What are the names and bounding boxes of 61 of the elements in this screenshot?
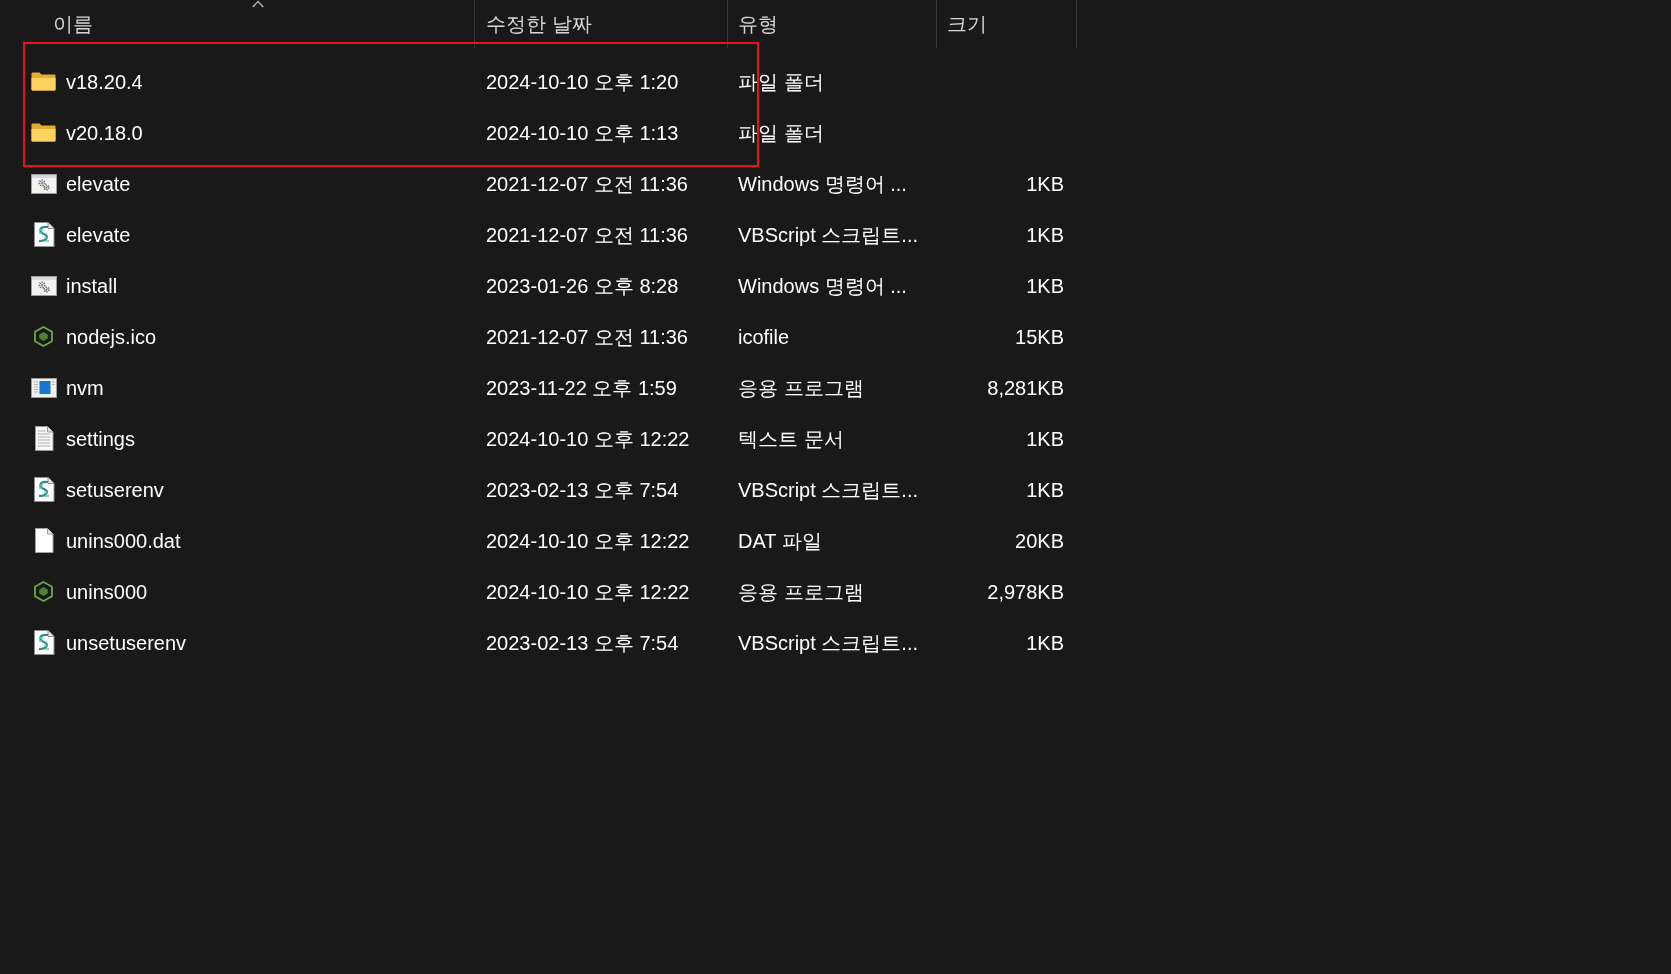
file-name[interactable]: elevate [66, 168, 131, 199]
file-name[interactable]: nodejs.ico [66, 321, 157, 352]
modified-date: 2024-10-10 오후 12:22 [486, 427, 690, 450]
file-name[interactable]: unins000 [66, 576, 148, 607]
modified-date: 2021-12-07 오전 11:36 [486, 223, 688, 246]
modified-date: 2023-02-13 오후 7:54 [486, 478, 679, 501]
script-document-icon [32, 477, 55, 502]
folder-icon [31, 123, 56, 142]
file-name[interactable]: unins000.dat [66, 525, 181, 556]
file-size: 8,281KB [987, 375, 1064, 401]
file-name[interactable]: install [66, 270, 118, 301]
column-header[interactable]: 수정한 날짜 [475, 0, 728, 48]
file-size: 20KB [1015, 528, 1064, 554]
file-name[interactable]: setuserenv [66, 474, 164, 505]
file-size: 1KB [1026, 630, 1064, 656]
file-type: VBScript 스크립트... [738, 631, 919, 654]
modified-date: 2023-11-22 오후 1:59 [486, 376, 677, 399]
modified-date: 2021-12-07 오전 11:36 [486, 325, 688, 348]
file-type: VBScript 스크립트... [738, 223, 919, 246]
modified-date: 2024-10-10 오후 1:20 [486, 70, 679, 93]
file-type: 텍스트 문서 [738, 427, 844, 450]
file-type: 응용 프로그램 [738, 376, 864, 399]
file-name[interactable]: v18.20.4 [66, 66, 143, 97]
chevron-up-icon [252, 0, 264, 8]
file-size: 1KB [1026, 222, 1064, 248]
file-size: 1KB [1026, 171, 1064, 197]
file-type: icofile [738, 325, 790, 348]
file-type: Windows 명령어 ... [738, 274, 907, 297]
script-document-icon [32, 222, 55, 247]
window-icon [30, 377, 57, 398]
modified-date: 2023-02-13 오후 7:54 [486, 631, 679, 654]
file-size: 1KB [1026, 273, 1064, 299]
file-name[interactable]: elevate [66, 219, 131, 250]
gear-window-icon [30, 275, 57, 296]
hexagon-icon [34, 326, 53, 347]
script-document-icon [32, 630, 55, 655]
file-size: 1KB [1026, 426, 1064, 452]
file-name[interactable]: settings [66, 423, 135, 454]
modified-date: 2024-10-10 오후 12:22 [486, 580, 690, 603]
text-document-icon [33, 426, 54, 451]
gear-window-icon [30, 173, 57, 194]
folder-icon [31, 72, 56, 91]
hexagon-icon [34, 581, 53, 602]
modified-date: 2024-10-10 오후 1:13 [486, 121, 679, 144]
modified-date: 2023-01-26 오후 8:28 [486, 274, 679, 297]
file-size: 15KB [1015, 324, 1064, 350]
column-header[interactable]: 이름 [0, 0, 475, 48]
file-type: 응용 프로그램 [738, 580, 864, 603]
file-size: 1KB [1026, 477, 1064, 503]
file-name[interactable]: v20.18.0 [66, 117, 143, 148]
file-name[interactable]: nvm [66, 372, 104, 403]
file-name[interactable]: unsetuserenv [66, 627, 187, 658]
file-size: 2,978KB [987, 579, 1064, 605]
modified-date: 2024-10-10 오후 12:22 [486, 529, 690, 552]
file-type: DAT 파일 [738, 529, 822, 552]
modified-date: 2021-12-07 오전 11:36 [486, 172, 688, 195]
document-icon [33, 528, 54, 553]
file-type: Windows 명령어 ... [738, 172, 907, 195]
file-type: VBScript 스크립트... [738, 478, 919, 501]
column-header[interactable]: 유형 [728, 0, 937, 48]
column-header[interactable]: 크기 [937, 0, 1077, 48]
